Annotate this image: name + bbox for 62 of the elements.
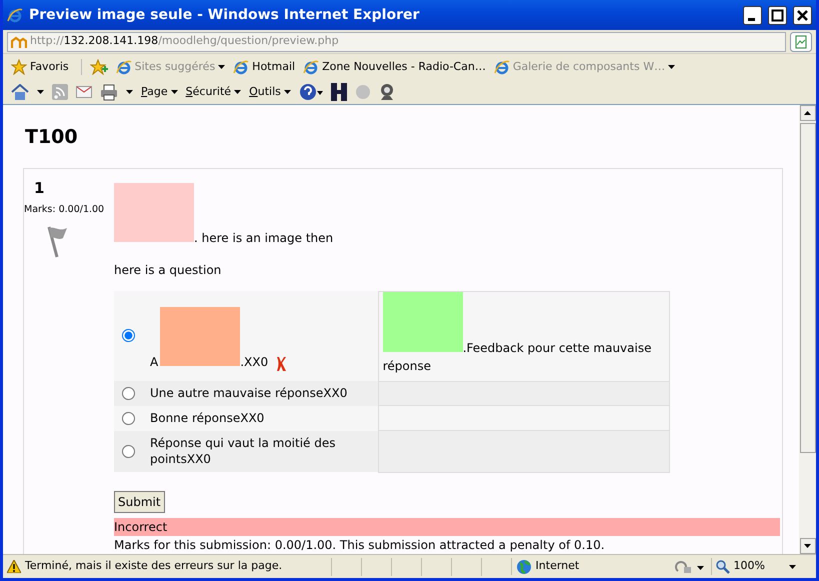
browser-icon xyxy=(494,59,510,75)
caret-icon xyxy=(804,111,811,115)
globe-icon xyxy=(516,558,532,574)
help-icon[interactable] xyxy=(298,83,323,101)
browser-icon xyxy=(116,59,132,75)
radio-button[interactable] xyxy=(122,444,135,458)
home-icon[interactable] xyxy=(11,84,29,100)
protected-mode-icon[interactable] xyxy=(674,558,707,574)
print-icon[interactable] xyxy=(100,84,118,100)
compatibility-icon[interactable] xyxy=(790,32,812,52)
address-field[interactable]: http://132.208.141.198/moodlehg/question/preview.php xyxy=(7,32,786,52)
caret-icon xyxy=(170,90,178,94)
moodle-icon xyxy=(11,34,27,48)
answer-text: A xyxy=(150,355,158,370)
status-message: Terminé, mais il existe des erreurs sur la page. xyxy=(25,558,284,574)
radio-button[interactable] xyxy=(122,386,135,400)
caret-icon xyxy=(789,564,796,568)
zoom-button[interactable]: 100% xyxy=(710,558,796,575)
question-text: here is a question xyxy=(114,262,222,278)
answer-text: Une autre mauvaise réponseXX0 xyxy=(150,386,348,400)
marks-label: Marks: 0.00/1.00 xyxy=(24,203,106,217)
window-title: Preview image seule - Windows Internet Explorer xyxy=(29,6,420,24)
caret-icon[interactable] xyxy=(37,90,44,94)
caret-icon xyxy=(284,90,291,94)
warning-icon xyxy=(7,560,21,573)
outcome-banner: Incorrect xyxy=(114,518,780,536)
scroll-up-button[interactable] xyxy=(800,105,816,121)
submit-button[interactable]: Submit xyxy=(114,490,165,513)
zone-label: Internet xyxy=(536,558,580,574)
caret-icon[interactable] xyxy=(126,90,133,94)
favorites-link[interactable]: Hotmail xyxy=(233,58,296,76)
star-icon xyxy=(11,59,27,75)
answer-text: Réponse qui vaut la moitié des pointsXX0 xyxy=(150,436,336,466)
caret-icon xyxy=(804,544,811,548)
answer-text: .XX0 xyxy=(240,355,268,370)
minimize-button[interactable] xyxy=(743,6,762,24)
webcam-icon[interactable] xyxy=(378,83,395,101)
menu-button[interactable]: Outils xyxy=(249,84,291,100)
feedback-text: .Feedback pour cette mauvaise réponse xyxy=(382,340,652,372)
browser-icon xyxy=(7,7,23,23)
browser-icon xyxy=(303,59,320,75)
question-number: 1 xyxy=(34,178,46,198)
answer-text: Bonne réponseXX0 xyxy=(150,410,264,425)
radio-button[interactable] xyxy=(122,329,135,342)
scrollbar-thumb[interactable] xyxy=(800,123,816,453)
page-heading: T100 xyxy=(25,125,79,150)
summary-text: Marks for this submission: 0.00/1.00. This submission attracted a penalty of 0.10. xyxy=(114,538,605,552)
add-favorite-icon[interactable] xyxy=(90,59,108,75)
question-text: . here is an image then xyxy=(194,230,334,244)
maximize-button[interactable] xyxy=(768,6,787,24)
favorites-link[interactable]: Zone Nouvelles - Radio-Can… xyxy=(303,58,486,76)
zoom-icon xyxy=(716,560,730,574)
caret-icon xyxy=(234,90,242,94)
radio-button[interactable] xyxy=(122,412,135,425)
favorites-button[interactable]: Favoris xyxy=(11,58,82,76)
h-icon[interactable] xyxy=(330,83,347,101)
mail-icon[interactable] xyxy=(76,86,92,98)
menu-button[interactable]: Page xyxy=(141,84,178,100)
browser-icon xyxy=(233,59,250,75)
close-button[interactable] xyxy=(793,6,812,24)
menu-button[interactable]: Sécurité xyxy=(186,84,242,100)
scroll-down-button[interactable] xyxy=(800,538,816,554)
